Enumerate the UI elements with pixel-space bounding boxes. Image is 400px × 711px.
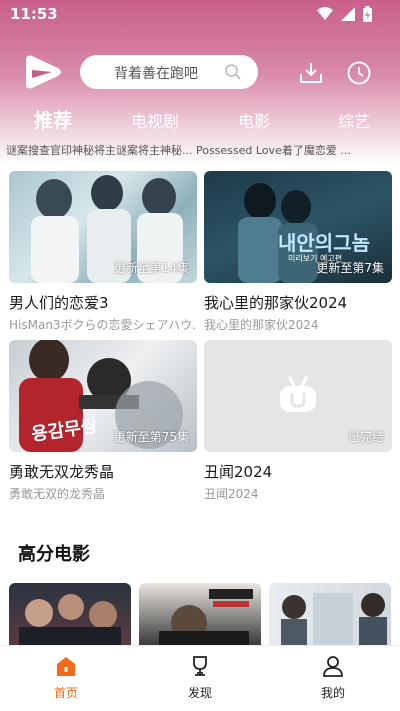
video-card[interactable]: 내안의그놈 미리보기 예고편 更新至第7集 我心里的那家伙2024 我心里的那家… [204, 171, 392, 333]
tab-recommend[interactable]: 推荐 [34, 106, 72, 133]
status-badge: 已完结 [347, 430, 384, 444]
user-icon [323, 656, 343, 677]
video-card[interactable]: 已完结 丑闻2024 丑闻2024 [204, 340, 392, 502]
nav-profile[interactable]: 我的 [303, 654, 363, 701]
tab-tv-series[interactable]: 电视剧 [131, 108, 179, 132]
card-subtitle: 勇敢无双的龙秀晶 [9, 487, 106, 501]
video-card[interactable]: 용감무쌍 更新至第75集 勇敢无双龙秀晶 勇敢无双的龙秀晶 [9, 340, 197, 502]
video-thumbnail[interactable]: 更新至第14集 [9, 171, 197, 283]
movie-poster[interactable] [269, 583, 391, 645]
episode-badge: 更新至第7集 [316, 261, 384, 275]
app-logo-icon [26, 55, 61, 89]
history-clock-icon[interactable] [346, 60, 372, 86]
video-thumbnail-placeholder[interactable]: 已完结 [204, 340, 392, 452]
top-bar: 背着善在跑吧 [0, 50, 400, 94]
signal-icon [341, 7, 355, 21]
card-title[interactable]: 勇敢无双龙秀晶 [9, 461, 197, 482]
card-subtitle: 我心里的那家伙2024 [204, 318, 319, 332]
status-time: 11:53 [10, 5, 58, 23]
nav-home-label: 首页 [53, 686, 78, 700]
poster-art [281, 593, 387, 645]
card-title[interactable]: 男人们的恋爱3 [9, 292, 197, 313]
video-thumbnail[interactable]: 내안의그놈 미리보기 예고편 更新至第7集 [204, 171, 392, 283]
poster-art [19, 594, 121, 645]
poster-art [159, 589, 253, 645]
card-subtitle: 丑闻2024 [204, 487, 259, 501]
episode-badge: 更新至第75集 [113, 430, 189, 444]
ticker-text: 谜案搜查官印神秘将主谜案将主神秘... Possessed Love着了魔恋爱 … [6, 144, 351, 156]
trophy-icon [193, 656, 207, 676]
status-icons [317, 6, 372, 22]
movie-poster[interactable] [9, 583, 131, 645]
nav-discover-label: 发现 [187, 686, 212, 700]
movie-poster[interactable] [139, 583, 261, 645]
tab-variety[interactable]: 综艺 [338, 108, 370, 132]
video-thumbnail[interactable]: 용감무쌍 更新至第75集 [9, 340, 197, 452]
nav-discover[interactable]: 发现 [170, 654, 230, 701]
section-title: 高分电影 [18, 544, 90, 565]
card-subtitle: HisMan3ボクらの恋愛シェアハウ... [9, 318, 197, 332]
nav-home[interactable]: 首页 [36, 654, 96, 701]
card-title[interactable]: 我心里的那家伙2024 [204, 292, 392, 313]
download-icon[interactable] [298, 60, 324, 86]
search-placeholder: 背着善在跑吧 [114, 66, 198, 82]
tab-movies[interactable]: 电影 [238, 108, 270, 132]
video-card[interactable]: 更新至第14集 男人们的恋爱3 HisMan3ボクらの恋愛シェアハウ... [9, 171, 197, 333]
wifi-icon [317, 7, 333, 20]
card-title[interactable]: 丑闻2024 [204, 461, 392, 482]
episode-badge: 更新至第14集 [113, 261, 189, 275]
nav-profile-label: 我的 [320, 686, 345, 700]
battery-icon [363, 6, 372, 22]
search-icon[interactable] [224, 63, 242, 81]
search-input[interactable]: 背着善在跑吧 [80, 55, 258, 89]
home-icon [57, 657, 75, 676]
placeholder-logo-icon [280, 376, 316, 412]
category-tabs: 推荐 电视剧 电影 综艺 [0, 100, 400, 140]
thumbnail-overlay-title: 내안의그놈 [278, 231, 370, 255]
status-bar: 11:53 [0, 0, 400, 28]
bottom-navigation: 首页 发现 我的 [0, 645, 400, 711]
